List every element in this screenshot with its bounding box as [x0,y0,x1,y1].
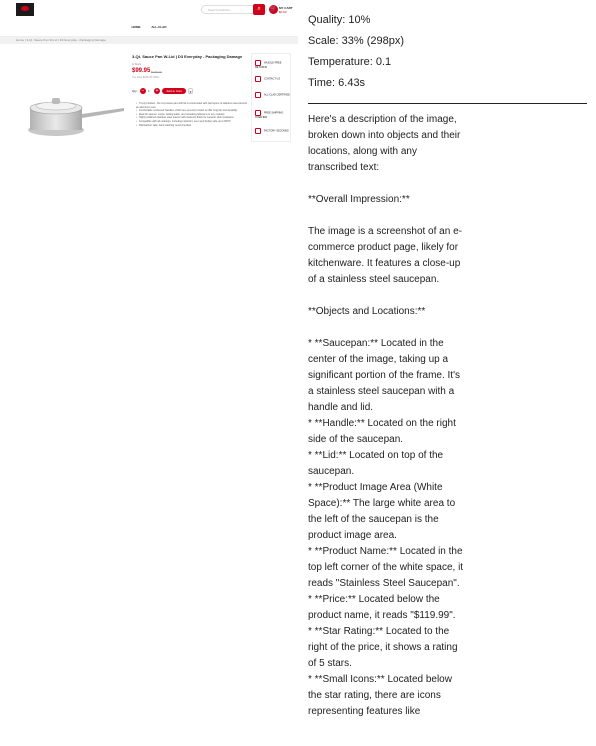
qty-plus-button[interactable]: + [154,88,160,94]
list-item: * **Lid:** Located on top of the saucepa… [308,450,444,477]
saving-note: You save $125.05 (56%) [132,76,160,79]
temperature-readout: Temperature: 0.1 [308,56,392,68]
wishlist-icon[interactable]: ♥ [188,88,193,94]
cart-total: $0.00 [279,10,287,14]
stock-status: In Stock [132,63,142,66]
list-item: * **Handle:** Located on the right side … [308,418,456,445]
list-item: * **Star Rating:** Located to the right … [308,626,458,669]
overall-text: The image is a screenshot of an e-commer… [308,226,462,285]
benefit-returns[interactable]: HASSLE-FREE RETURNS [255,60,290,70]
divider [308,103,587,104]
benefit-certified[interactable]: ALL-CLAD CERTIFIED [255,92,290,98]
description-intro: Here's a description of the image, broke… [308,114,461,173]
qty-input[interactable]: 1 [148,89,150,93]
list-item: * **Product Image Area (White Space):** … [308,482,456,541]
scale-readout: Scale: 33% (298px) [308,35,404,47]
benefit-contact[interactable]: CONTACT US [255,76,280,82]
benefit-seconds[interactable]: FACTORY SECONDS [255,128,289,134]
list-item: * **Small Icons:** Located below the sta… [308,674,452,717]
truck-icon [255,128,261,134]
overall-heading: **Overall Impression:** [308,194,410,205]
product-features-list: Tri-ply bonded - the 3-qt sauce pan with… [132,102,248,127]
breadcrumb[interactable]: Home | 3-Qt. Sauce Pan W-Lid | D3 Everyd… [0,37,298,44]
list-item: * **Price:** Located below the product n… [308,594,456,621]
image-description: Here's a description of the image, broke… [308,112,468,720]
saucepan-image [28,98,124,136]
list-item: * **Product Name:** Located in the top l… [308,546,464,589]
qty-minus-button[interactable]: − [140,88,146,94]
main-nav: HOME ALL-CLAD [0,25,298,29]
shop-screenshot: Search products... ⌕ 🛒 MY CART $0.00 HOM… [0,0,298,746]
old-price: $225.00 [151,70,162,74]
quality-readout: Quality: 10% [308,14,371,26]
search-icon[interactable]: ⌕ [253,4,265,15]
nav-item-all-clad[interactable]: ALL-CLAD [151,25,166,29]
benefit-shipping[interactable]: FREE SHIPPING OVER $99 [255,110,290,120]
list-item: Tri-ply bonded - the 3-qt sauce pan with… [136,102,248,109]
product-title: 3-Qt. Sauce Pan W-Lid | D3 Everyday - Pa… [132,54,243,59]
cart-summary[interactable]: MY CART $0.00 [279,6,293,14]
product-price: $99.95 [132,68,151,74]
list-item: Dishwasher safe; hand washing recommende… [136,124,248,128]
badge-icon [255,92,261,98]
generation-meta: Quality: 10% Scale: 33% (298px) Temperat… [308,10,578,94]
site-header: Search products... ⌕ 🛒 MY CART $0.00 HOM… [0,0,298,37]
phone-icon [255,76,261,82]
list-item: * **Saucepan:** Located in the center of… [308,338,460,413]
cart-icon[interactable]: 🛒 [269,5,278,14]
qty-label: Qty: [132,89,138,93]
store-logo[interactable] [16,3,34,16]
nav-item-home[interactable]: HOME [131,25,140,29]
store-benefits-panel: HASSLE-FREE RETURNS CONTACT US ALL-CLAD … [251,53,291,142]
add-to-cart-button[interactable]: Add to Cart [162,88,186,94]
time-readout: Time: 6.43s [308,77,366,89]
objects-heading: **Objects and Locations:** [308,306,426,317]
